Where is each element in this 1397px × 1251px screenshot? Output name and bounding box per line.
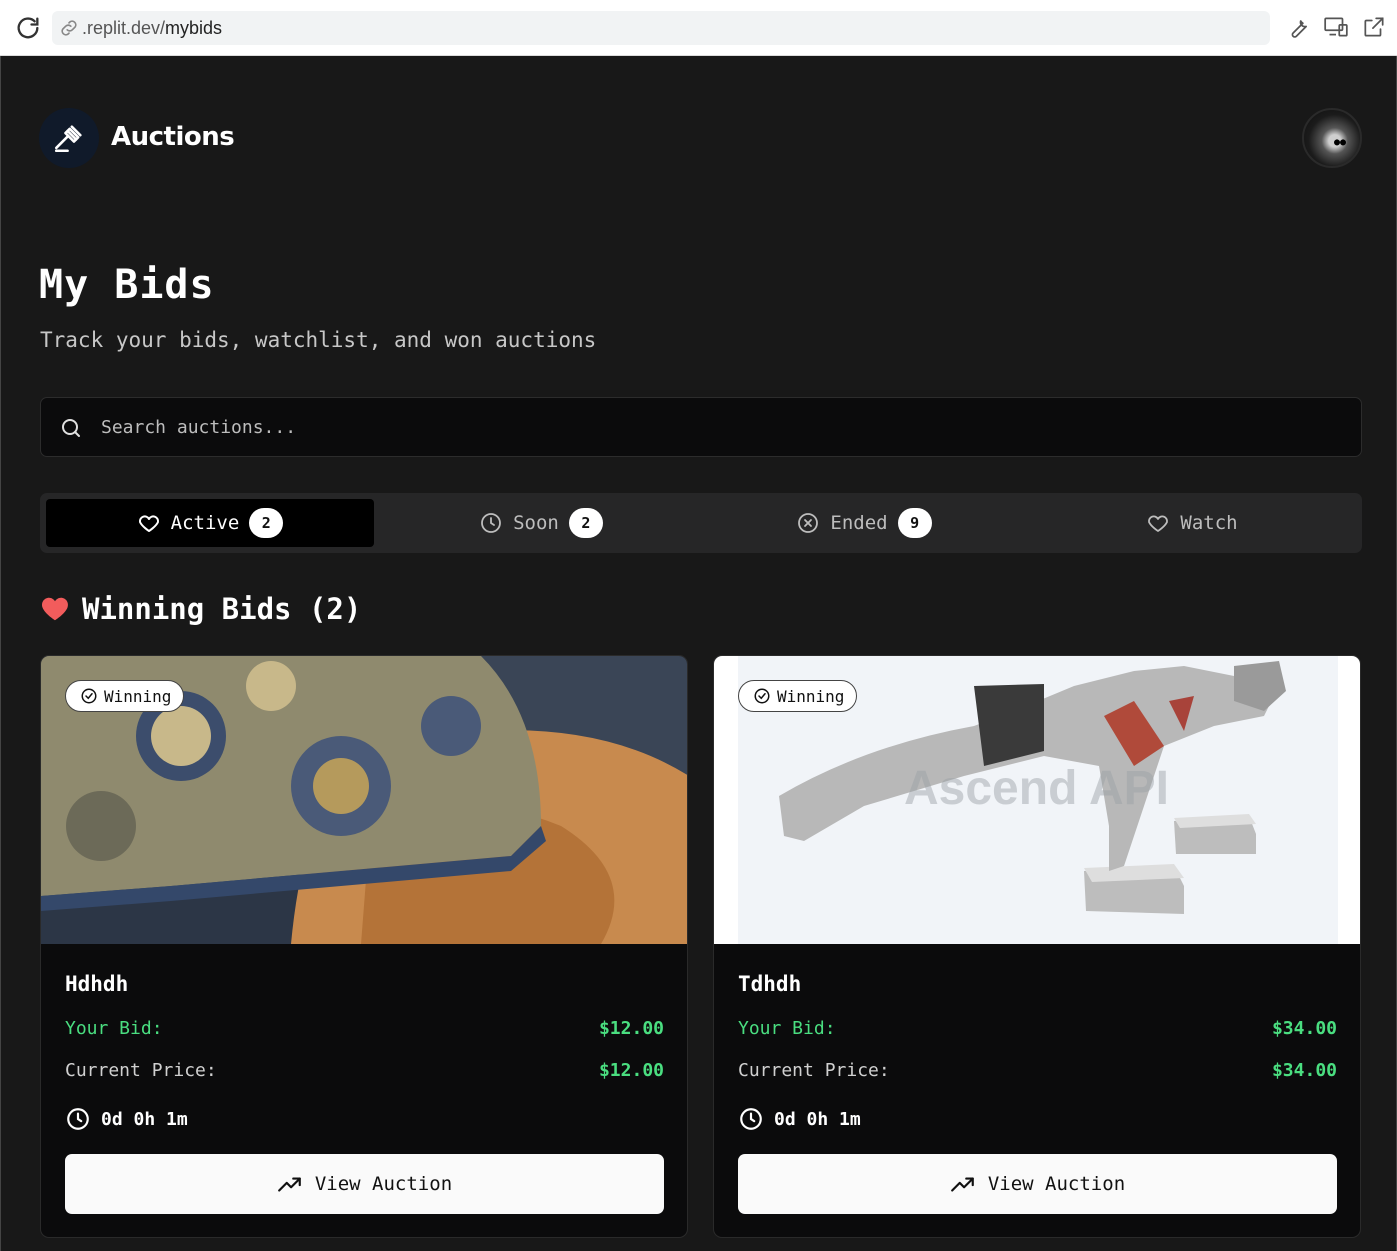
tab-soon[interactable]: Soon 2	[377, 499, 705, 547]
heart-filled-icon	[42, 597, 68, 621]
search-input[interactable]	[101, 398, 1341, 456]
tab-label: Ended	[830, 512, 888, 534]
wrench-icon[interactable]	[1285, 14, 1311, 40]
trending-up-icon	[277, 1177, 301, 1192]
current-price-label: Current Price:	[738, 1060, 890, 1081]
button-label: View Auction	[987, 1173, 1126, 1195]
current-price-row: Current Price: $34.00	[738, 1060, 1337, 1081]
your-bid-value: $34.00	[1271, 1018, 1337, 1039]
url-path: mybids	[165, 17, 223, 38]
tab-label: Soon	[513, 512, 559, 534]
badge-label: Winning	[777, 686, 845, 706]
count-badge: 2	[249, 508, 284, 538]
auction-card: Ascend API Winning Tdhdh Your Bid: $34.0…	[713, 655, 1361, 1238]
tab-watch[interactable]: Watch	[1028, 499, 1356, 547]
section-title: Winning Bids (2)	[82, 592, 362, 626]
current-price-value: $12.00	[598, 1060, 664, 1081]
brand-name[interactable]: Auctions	[111, 122, 235, 152]
section-header: Winning Bids (2)	[40, 592, 361, 626]
search-bar	[40, 397, 1362, 457]
time-remaining: 0d 0h 1m	[738, 1106, 861, 1132]
devices-icon[interactable]	[1323, 14, 1349, 40]
search-icon	[62, 419, 80, 437]
tab-bar: Active 2 Soon 2 Ended 9 Watch	[40, 493, 1362, 553]
item-name: Tdhdh	[738, 972, 802, 996]
current-price-value: $34.00	[1271, 1060, 1337, 1081]
your-bid-row: Your Bid: $12.00	[65, 1018, 664, 1039]
count-badge: 9	[897, 508, 932, 538]
winning-badge: Winning	[738, 680, 858, 712]
clock-icon	[481, 513, 502, 533]
page-title: My Bids	[39, 262, 215, 308]
winning-badge: Winning	[65, 680, 185, 712]
heart-icon	[1148, 515, 1169, 532]
item-name: Hdhdh	[65, 972, 129, 996]
clock-icon	[67, 1108, 89, 1130]
avatar-face-icon: ●●	[1334, 137, 1347, 148]
view-auction-button[interactable]: View Auction	[65, 1154, 664, 1214]
trending-up-icon	[950, 1177, 974, 1192]
tab-label: Watch	[1180, 512, 1238, 534]
time-remaining: 0d 0h 1m	[65, 1106, 188, 1132]
external-link-icon[interactable]	[1361, 14, 1387, 40]
tab-active[interactable]: Active 2	[46, 499, 374, 547]
your-bid-value: $12.00	[598, 1018, 664, 1039]
url-prefix: .replit.dev/	[82, 17, 166, 38]
auction-card: Winning Hdhdh Your Bid: $12.00 Current P…	[40, 655, 688, 1238]
heart-icon	[138, 515, 159, 532]
clock-icon	[740, 1108, 762, 1130]
gavel-icon	[54, 125, 82, 153]
your-bid-label: Your Bid:	[738, 1018, 836, 1039]
address-bar[interactable]: .replit.dev/mybids	[52, 11, 1270, 45]
check-circle-icon	[754, 688, 770, 704]
your-bid-row: Your Bid: $34.00	[738, 1018, 1337, 1039]
tab-ended[interactable]: Ended 9	[700, 499, 1028, 547]
your-bid-label: Your Bid:	[65, 1018, 163, 1039]
browser-toolbar: .replit.dev/mybids	[0, 0, 1397, 56]
time-remaining-value: 0d 0h 1m	[774, 1108, 861, 1130]
view-auction-button[interactable]: View Auction	[738, 1154, 1337, 1214]
avatar[interactable]: ●●	[1302, 108, 1362, 168]
x-circle-icon	[798, 513, 819, 533]
current-price-label: Current Price:	[65, 1060, 217, 1081]
check-circle-icon	[81, 688, 97, 704]
current-price-row: Current Price: $12.00	[65, 1060, 664, 1081]
count-badge: 2	[568, 508, 603, 538]
time-remaining-value: 0d 0h 1m	[101, 1108, 188, 1130]
logo-badge[interactable]	[39, 108, 99, 168]
button-label: View Auction	[314, 1173, 453, 1195]
image-watermark: Ascend API	[904, 762, 1169, 815]
badge-label: Winning	[104, 686, 172, 706]
page-subtitle: Track your bids, watchlist, and won auct…	[40, 328, 597, 352]
app-viewport: Auctions ●● My Bids Track your bids, wat…	[0, 56, 1397, 1251]
tab-label: Active	[170, 512, 240, 534]
reload-icon[interactable]	[14, 14, 42, 42]
link-icon	[61, 20, 77, 36]
